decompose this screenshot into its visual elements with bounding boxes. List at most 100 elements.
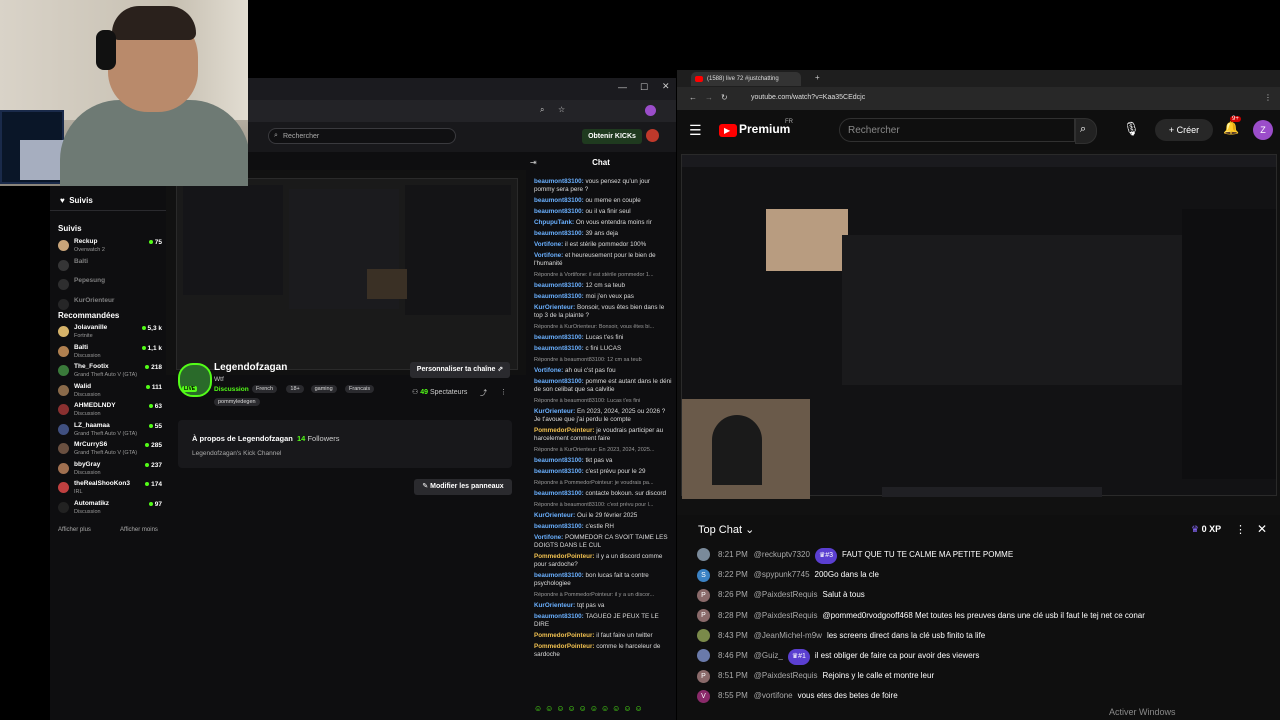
chat-username[interactable]: beaumont83100: <box>534 523 585 530</box>
chat-username[interactable]: Vortifone: <box>534 367 565 374</box>
zoom-icon[interactable]: ⌕ <box>540 105 544 115</box>
sidebar-channel[interactable]: Automatikz Discussion 97 <box>58 500 162 520</box>
channel-category: Grand Theft Auto V (GTA) <box>74 430 138 437</box>
stream-tag[interactable]: pommyledegen <box>214 398 260 406</box>
chat-username[interactable]: PommedorPointeur: <box>534 643 596 650</box>
chat-username[interactable]: @reckuptv7320 <box>754 550 810 559</box>
stream-tag[interactable]: French <box>252 385 278 393</box>
new-tab-icon[interactable]: + <box>815 73 820 82</box>
yt-url-text[interactable]: youtube.com/watch?v=Kaa35CEdcjc <box>751 94 865 101</box>
chat-username[interactable]: beaumont83100: <box>534 178 585 185</box>
maximize-icon[interactable]: ☐ <box>640 82 648 93</box>
show-more-link[interactable]: Afficher plus <box>58 527 91 533</box>
chat-username[interactable]: @JeanMichel-m9w <box>754 631 822 640</box>
create-button[interactable]: + Créer <box>1155 119 1213 141</box>
chat-username[interactable]: @PaixdestRequis <box>754 590 818 599</box>
xp-indicator[interactable]: ♛ 0 XP <box>1191 524 1221 535</box>
close-chat-icon[interactable]: ✕ <box>1257 522 1267 536</box>
show-less-link[interactable]: Afficher moins <box>120 527 158 533</box>
yt-address-bar[interactable]: ← → ↻ youtube.com/watch?v=Kaa35CEdcjc ⋮ <box>677 87 1280 110</box>
reload-icon[interactable]: ↻ <box>721 93 728 102</box>
top-chat-selector[interactable]: Top Chat ⌄ <box>698 523 754 536</box>
stream-tag[interactable]: 18+ <box>286 385 304 393</box>
chat-avatar <box>697 629 710 643</box>
minimize-icon[interactable]: — <box>618 82 627 92</box>
chat-username[interactable]: @PaixdestRequis <box>754 671 818 680</box>
sidebar-channel[interactable]: LZ_haamaa Grand Theft Auto V (GTA) 55 <box>58 422 162 442</box>
browser-menu-icon[interactable]: ⋮ <box>1264 93 1272 102</box>
emote-row[interactable]: ☺☺☺☺☺☺☺☺☺☺ <box>534 704 664 714</box>
account-avatar[interactable]: Z <box>1253 120 1273 140</box>
profile-avatar-icon[interactable] <box>645 105 656 116</box>
share-icon[interactable]: ⤴ <box>480 388 487 398</box>
more-options-icon[interactable]: ⋮ <box>1235 523 1246 536</box>
sidebar-channel[interactable]: theRealShooKon3 IRL 174 <box>58 480 162 500</box>
video-player[interactable] <box>166 170 526 375</box>
crown-icon: ♛ <box>1191 524 1200 534</box>
sidebar-channel[interactable]: The_Footix Grand Theft Auto V (GTA) 218 <box>58 363 162 383</box>
chat-username[interactable]: ChpupuTank: <box>534 219 576 226</box>
chat-username[interactable]: beaumont83100: <box>534 230 585 237</box>
chat-username[interactable]: @spypunk7745 <box>754 570 810 579</box>
chat-username[interactable]: @vortifone <box>754 691 793 700</box>
mic-icon[interactable]: 🎙 <box>1123 121 1140 137</box>
chat-username[interactable]: beaumont83100: <box>534 468 585 475</box>
chat-username[interactable]: beaumont83100: <box>534 334 585 341</box>
sidebar-channel[interactable]: Jolavanille Fortnite 5,3 k <box>58 324 162 344</box>
stream-tag[interactable]: Francais <box>345 385 375 393</box>
stream-tag[interactable]: gaming <box>310 385 337 393</box>
sidebar-channel[interactable]: Reckup Overwatch 2 75 <box>58 238 162 258</box>
stream-category[interactable]: Discussion <box>214 386 249 393</box>
chat-username[interactable]: beaumont83100: <box>534 293 585 300</box>
chat-username[interactable]: beaumont83100: <box>534 378 585 385</box>
yt-video-player[interactable] <box>677 150 1280 570</box>
star-icon[interactable]: ☆ <box>558 105 565 114</box>
sidebar-channel[interactable]: AHMEDLNDY Discussion 63 <box>58 402 162 422</box>
follows-nav-item[interactable]: ♥ Suivis <box>60 196 93 205</box>
chat-username[interactable]: beaumont83100: <box>534 490 585 497</box>
back-icon[interactable]: ← <box>689 93 697 102</box>
chat-username[interactable]: KurOrienteur: <box>534 602 577 609</box>
nested-stream-preview <box>176 178 518 370</box>
chat-username[interactable]: PommedorPointeur: <box>534 553 596 560</box>
edit-panels-button[interactable]: ✎ Modifier les panneaux <box>414 479 512 495</box>
yt-search-button[interactable]: ⌕ <box>1075 118 1097 144</box>
chat-username[interactable]: @Guiz_ <box>754 651 783 660</box>
sidebar-channel[interactable]: Walid Discussion 111 <box>58 383 162 403</box>
chat-username[interactable]: Vortifone: <box>534 252 565 259</box>
chat-username[interactable]: @PaixdestRequis <box>754 611 818 620</box>
chat-username[interactable]: beaumont83100: <box>534 282 585 289</box>
bell-icon[interactable]: 🔔 <box>1223 120 1239 136</box>
sidebar-channel[interactable]: Balti Discussion 1,1 k <box>58 344 162 364</box>
channel-category: Grand Theft Auto V (GTA) <box>74 372 138 378</box>
yt-search-input[interactable]: Rechercher <box>839 118 1075 142</box>
sidebar-channel[interactable]: bbyGray Discussion 237 <box>58 461 162 481</box>
chat-username[interactable]: Vortifone: <box>534 241 565 248</box>
chat-username[interactable]: beaumont83100: <box>534 457 585 464</box>
chat-username[interactable]: KurOrienteur: <box>534 408 577 415</box>
chat-username[interactable]: beaumont83100: <box>534 613 585 620</box>
forward-icon[interactable]: → <box>705 93 713 102</box>
more-options-icon[interactable]: ⋮ <box>500 388 507 396</box>
customize-channel-button[interactable]: Personnaliser ta chaîne ⇗ <box>410 362 510 378</box>
chat-username[interactable]: PommedorPointeur: <box>534 427 596 434</box>
user-avatar[interactable] <box>646 129 659 142</box>
chat-text: ou il va finir seul <box>585 208 631 215</box>
chat-username[interactable]: PommedorPointeur: <box>534 632 596 639</box>
close-icon[interactable]: ✕ <box>662 81 670 92</box>
sidebar-channel[interactable]: Balti <box>58 258 162 278</box>
channel-name[interactable]: Legendofzagan <box>214 362 287 373</box>
chat-username[interactable]: beaumont83100: <box>534 572 585 579</box>
chat-username[interactable]: KurOrienteur: <box>534 512 577 519</box>
get-kicks-button[interactable]: Obtenir KICKs <box>582 129 642 144</box>
kick-search-input[interactable]: Rechercher <box>268 128 456 144</box>
chat-username[interactable]: beaumont83100: <box>534 197 585 204</box>
chat-username[interactable]: beaumont83100: <box>534 208 585 215</box>
menu-icon[interactable]: ☰ <box>689 122 702 139</box>
yt-tab[interactable]: (1588) live 72 #justchatting <box>691 72 801 86</box>
sidebar-channel[interactable]: MrCurryS6 Grand Theft Auto V (GTA) 285 <box>58 441 162 461</box>
chat-username[interactable]: Vortifone: <box>534 534 565 541</box>
chat-username[interactable]: beaumont83100: <box>534 345 585 352</box>
sidebar-channel[interactable]: Pepesung <box>58 277 162 297</box>
chat-username[interactable]: KurOrienteur: <box>534 304 577 311</box>
